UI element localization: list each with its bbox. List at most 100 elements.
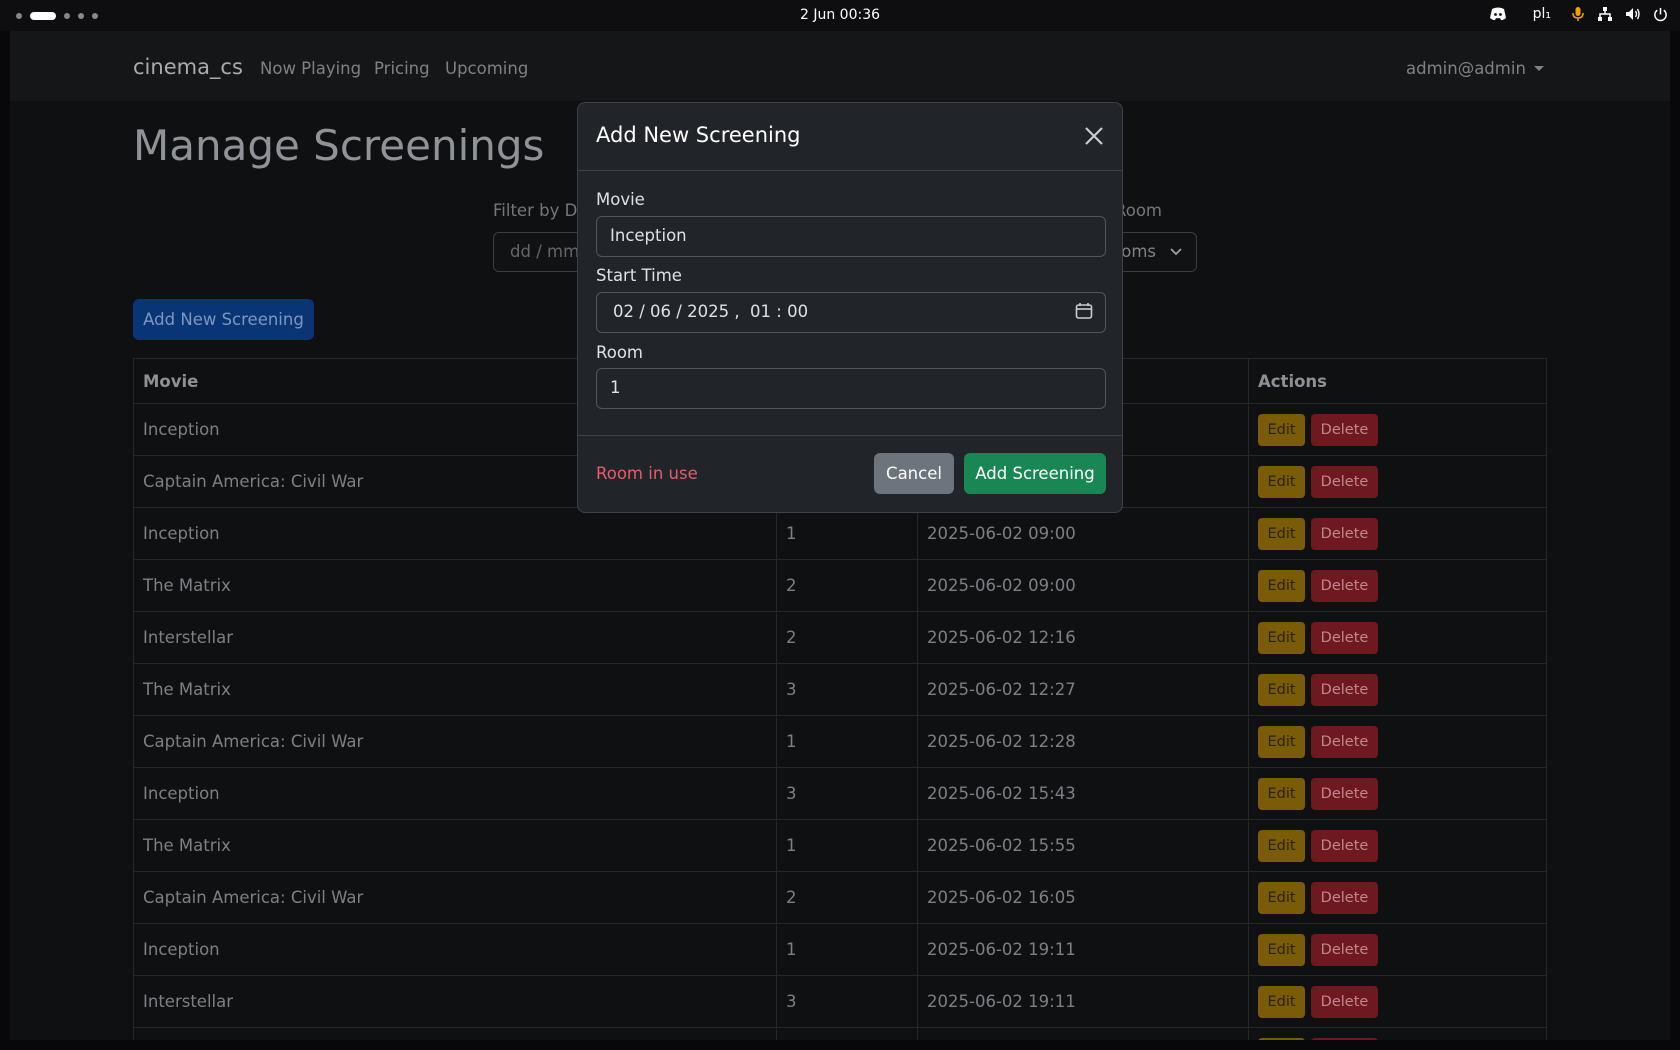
edit-button[interactable]: Edit [1258, 933, 1305, 966]
calendar-icon[interactable] [1075, 302, 1093, 320]
actions-cell: EditDelete [1248, 507, 1547, 560]
movie-cell: The Matrix [133, 819, 777, 872]
cancel-button[interactable]: Cancel [874, 453, 954, 494]
movie-value: Inception [610, 226, 687, 245]
room-cell: 3 [776, 767, 918, 820]
table-row: Interstellar 3 2025-06-02 19:11 Edit Delete [133, 975, 1547, 1028]
table-row: The Matrix 3 2025-06-02 12:27 Edit Delete [133, 663, 1547, 716]
volume-icon[interactable] [1625, 6, 1641, 22]
edit-button[interactable]: Edit [1258, 517, 1305, 550]
edit-button[interactable]: Edit [1258, 465, 1305, 498]
system-clock[interactable]: 2 Jun 00:36 [0, 7, 1680, 23]
actions-cell: EditDelete [1248, 767, 1547, 820]
table-row: The Matrix 1 2025-06-02 15:55 Edit Delete [133, 819, 1547, 872]
start-time-label: Start Time [596, 266, 682, 285]
workspace-dot[interactable] [78, 13, 84, 19]
add-screening-submit-button[interactable]: Add Screening [964, 453, 1106, 494]
chevron-down-icon [1170, 248, 1182, 256]
delete-button[interactable]: Delete [1311, 777, 1378, 810]
network-icon[interactable] [1597, 6, 1613, 22]
delete-button[interactable]: Delete [1311, 569, 1378, 602]
delete-button[interactable]: Delete [1311, 517, 1378, 550]
actions-cell: EditDelete [1248, 975, 1547, 1028]
delete-button[interactable]: Delete [1311, 985, 1378, 1018]
nav-link-upcoming[interactable]: Upcoming [445, 59, 528, 78]
workspace-dot[interactable] [92, 13, 98, 19]
room-cell [776, 1027, 918, 1040]
time-cell: 2025-06-02 09:00 [917, 507, 1249, 560]
time-cell: 2025-06-02 16:05 [917, 871, 1249, 924]
system-top-bar: 2 Jun 00:36 pl₁ [0, 0, 1680, 31]
edit-button[interactable]: Edit [1258, 413, 1305, 446]
edit-button[interactable]: Edit [1258, 621, 1305, 654]
start-time-value: 02 / 06 / 2025 , 01 : 00 [613, 302, 809, 321]
table-row: Captain America: Civil War 2 2025-06-02 16… [133, 871, 1547, 924]
nav-link-now-playing[interactable]: Now Playing [260, 59, 361, 78]
delete-button[interactable]: Delete [1311, 1037, 1378, 1040]
delete-button[interactable]: Delete [1311, 465, 1378, 498]
time-cell: 2025-06-02 15:55 [917, 819, 1249, 872]
delete-button[interactable]: Delete [1311, 829, 1378, 862]
add-new-screening-button[interactable]: Add New Screening [133, 299, 314, 340]
table-row: Captain America: Civil War 1 2025-06-02 12… [133, 715, 1547, 768]
movie-cell: Interstellar [133, 975, 777, 1028]
table-row: Inception 3 2025-06-02 15:43 Edit Delete [133, 767, 1547, 820]
delete-button[interactable]: Delete [1311, 725, 1378, 758]
movie-cell: The Matrix [133, 663, 777, 716]
add-screening-modal: Add New Screening Movie Inception Start … [577, 102, 1123, 513]
table-row: Inception 1 2025-06-02 19:11 Edit Delete [133, 923, 1547, 976]
system-tray[interactable]: pl₁ [1489, 6, 1668, 22]
movie-cell: Interstellar [133, 611, 777, 664]
browser-app-window: cinema_cs Now Playing Pricing Upcoming a… [10, 31, 1670, 1040]
room-cell: 1 [776, 819, 918, 872]
close-icon[interactable] [1082, 124, 1106, 148]
workspace-dot[interactable] [64, 13, 70, 19]
edit-button[interactable]: Edit [1258, 1037, 1305, 1040]
room-cell: 3 [776, 663, 918, 716]
edit-button[interactable]: Edit [1258, 985, 1305, 1018]
start-time-input[interactable]: 02 / 06 / 2025 , 01 : 00 [596, 292, 1106, 333]
delete-button[interactable]: Delete [1311, 881, 1378, 914]
time-cell: 2025-06-02 12:16 [917, 611, 1249, 664]
discord-icon[interactable] [1489, 7, 1507, 21]
table-row: Inception 1 2025-06-02 09:00 Edit Delete [133, 507, 1547, 560]
movie-cell: The Matrix [133, 559, 777, 612]
column-header-actions: Actions [1248, 358, 1547, 404]
brand-link[interactable]: cinema_cs [133, 55, 243, 79]
edit-button[interactable]: Edit [1258, 829, 1305, 862]
time-cell: 2025-06-02 15:43 [917, 767, 1249, 820]
time-cell: 2025-06-02 19:11 [917, 975, 1249, 1028]
edit-button[interactable]: Edit [1258, 673, 1305, 706]
room-label: Room [596, 343, 643, 362]
delete-button[interactable]: Delete [1311, 413, 1378, 446]
workspace-dot[interactable] [16, 13, 22, 19]
microphone-icon[interactable] [1571, 6, 1585, 22]
edit-button[interactable]: Edit [1258, 881, 1305, 914]
actions-cell: EditDelete [1248, 559, 1547, 612]
room-value: 1 [610, 378, 621, 397]
delete-button[interactable]: Delete [1311, 621, 1378, 654]
edit-button[interactable]: Edit [1258, 777, 1305, 810]
workspace-indicator[interactable] [16, 12, 98, 20]
user-menu[interactable]: admin@admin [1406, 59, 1544, 78]
edit-button[interactable]: Edit [1258, 725, 1305, 758]
movie-select[interactable]: Inception [596, 216, 1106, 257]
room-cell: 1 [776, 507, 918, 560]
edit-button[interactable]: Edit [1258, 569, 1305, 602]
room-input[interactable]: 1 [596, 368, 1106, 409]
power-icon[interactable] [1653, 7, 1668, 22]
table-row: Interstellar 2 2025-06-02 12:16 Edit Delete [133, 611, 1547, 664]
room-cell: 2 [776, 871, 918, 924]
movie-cell: Inception [133, 767, 777, 820]
time-cell [917, 1027, 1249, 1040]
active-workspace-pill[interactable] [30, 12, 56, 20]
room-cell: 3 [776, 975, 918, 1028]
delete-button[interactable]: Delete [1311, 673, 1378, 706]
actions-cell: EditDelete [1248, 871, 1547, 924]
room-cell: 1 [776, 923, 918, 976]
keyboard-layout-indicator[interactable]: pl₁ [1533, 6, 1551, 22]
delete-button[interactable]: Delete [1311, 933, 1378, 966]
nav-link-pricing[interactable]: Pricing [374, 59, 430, 78]
time-cell: 2025-06-02 12:27 [917, 663, 1249, 716]
chevron-down-icon [1533, 66, 1544, 71]
